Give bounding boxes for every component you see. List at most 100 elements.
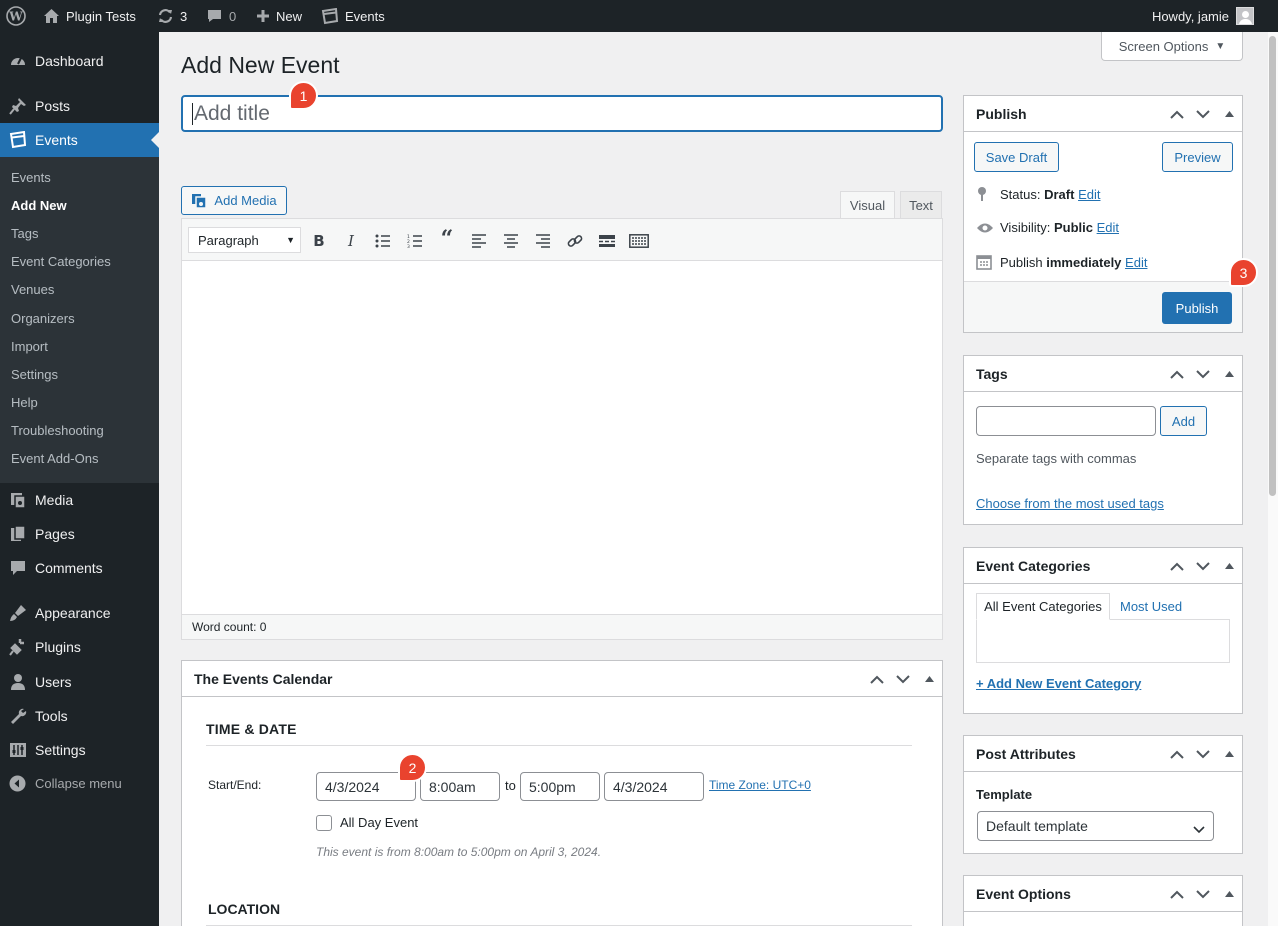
submenu-item-event-categories[interactable]: Event Categories — [11, 254, 111, 269]
move-up-icon[interactable] — [870, 661, 884, 697]
format-select[interactable]: Paragraph ▼ — [188, 227, 301, 253]
start-time-input[interactable]: 8:00am — [420, 772, 500, 801]
comments-link[interactable]: 0 — [206, 0, 236, 32]
numbered-list-icon[interactable]: 123 — [405, 232, 425, 250]
preview-button[interactable]: Preview — [1162, 142, 1233, 172]
submenu-item-troubleshooting[interactable]: Troubleshooting — [11, 423, 104, 438]
eye-icon — [976, 222, 1000, 234]
tab-most-used[interactable]: Most Used — [1120, 599, 1182, 614]
edit-publish-date-link[interactable]: Edit — [1125, 255, 1147, 270]
add-new-category-link[interactable]: + Add New Event Category — [976, 676, 1141, 691]
add-tag-button[interactable]: Add — [1160, 406, 1207, 436]
link-icon[interactable] — [565, 232, 585, 250]
event-categories-title: Event Categories — [976, 557, 1091, 574]
move-up-icon[interactable] — [1170, 736, 1184, 772]
move-down-icon[interactable] — [1196, 96, 1210, 132]
move-up-icon[interactable] — [1170, 356, 1184, 392]
most-used-tags-link[interactable]: Choose from the most used tags — [976, 496, 1164, 511]
end-date-input[interactable]: 4/3/2024 — [604, 772, 704, 801]
align-left-icon[interactable] — [469, 232, 489, 250]
read-more-icon[interactable] — [597, 232, 617, 250]
events-bar-link[interactable]: Events — [321, 0, 385, 32]
post-attributes-box: Post Attributes Template Default templat… — [963, 735, 1243, 854]
sidebar-item-pages[interactable]: Pages — [0, 517, 159, 551]
submenu-item-venues[interactable]: Venues — [11, 282, 54, 297]
sidebar-item-events[interactable]: Events — [0, 123, 159, 157]
toggle-panel-icon[interactable] — [1225, 548, 1234, 584]
move-down-icon[interactable] — [1196, 356, 1210, 392]
tab-text[interactable]: Text — [900, 191, 942, 219]
save-draft-button[interactable]: Save Draft — [974, 142, 1059, 172]
sidebar-item-users[interactable]: Users — [0, 665, 159, 699]
submenu-item-organizers[interactable]: Organizers — [11, 311, 75, 326]
dashboard-icon — [0, 52, 35, 70]
all-day-checkbox[interactable] — [316, 815, 332, 831]
add-media-button[interactable]: Add Media — [181, 186, 287, 215]
plus-icon — [256, 9, 270, 23]
italic-icon[interactable]: I — [341, 232, 361, 250]
submenu-item-add-new[interactable]: Add New — [11, 198, 67, 213]
end-time-input[interactable]: 5:00pm — [520, 772, 600, 801]
edit-status-link[interactable]: Edit — [1078, 187, 1100, 202]
align-right-icon[interactable] — [533, 232, 553, 250]
chevron-down-icon: ▼ — [286, 235, 295, 245]
calendar-icon — [0, 131, 35, 149]
wordpress-logo-icon[interactable]: W — [6, 0, 26, 32]
sidebar-item-dashboard[interactable]: Dashboard — [0, 44, 159, 78]
submenu-item-settings[interactable]: Settings — [11, 367, 58, 382]
move-down-icon[interactable] — [1196, 876, 1210, 912]
move-down-icon[interactable] — [896, 661, 910, 697]
submenu-item-tags[interactable]: Tags — [11, 226, 38, 241]
content-editor[interactable]: Paragraph ▼ B I 123 “ Word count: 0 — [181, 218, 943, 640]
caret-down-icon: ▼ — [1215, 40, 1226, 52]
move-up-icon[interactable] — [1170, 876, 1184, 912]
edit-visibility-link[interactable]: Edit — [1097, 220, 1119, 235]
collapse-menu-button[interactable]: Collapse menu — [0, 768, 159, 798]
sidebar-item-appearance[interactable]: Appearance — [0, 596, 159, 630]
sidebar-item-settings[interactable]: Settings — [0, 733, 159, 767]
move-up-icon[interactable] — [1170, 96, 1184, 132]
screen-options-button[interactable]: Screen Options ▼ — [1101, 32, 1243, 61]
status-value: Draft — [1044, 186, 1075, 202]
toggle-panel-icon[interactable] — [1225, 356, 1234, 392]
sidebar-item-tools[interactable]: Tools — [0, 699, 159, 733]
tag-input[interactable] — [976, 406, 1156, 436]
publish-date-row: Publish immediately Edit — [976, 254, 1147, 270]
bulleted-list-icon[interactable] — [373, 232, 393, 250]
move-up-icon[interactable] — [1170, 548, 1184, 584]
post-attributes-title: Post Attributes — [976, 745, 1076, 762]
collapse-arrow-icon — [0, 775, 35, 792]
sidebar-item-plugins[interactable]: Plugins — [0, 630, 159, 664]
submenu-item-event-add-ons[interactable]: Event Add-Ons — [11, 451, 98, 466]
scrollbar-thumb[interactable] — [1269, 36, 1276, 496]
toggle-panel-icon[interactable] — [1225, 876, 1234, 912]
submenu-item-help[interactable]: Help — [11, 395, 38, 410]
site-name-link[interactable]: Plugin Tests — [43, 0, 136, 32]
toggle-panel-icon[interactable] — [1225, 736, 1234, 772]
sidebar-item-posts[interactable]: Posts — [0, 89, 159, 123]
template-label: Template — [976, 787, 1033, 802]
toggle-panel-icon[interactable] — [1225, 96, 1234, 132]
template-select[interactable]: Default template — [977, 811, 1214, 841]
timezone-link[interactable]: Time Zone: UTC+0 — [709, 778, 811, 792]
event-categories-box: Event Categories All Event Categories Mo… — [963, 547, 1243, 714]
sidebar-item-media[interactable]: Media — [0, 483, 159, 517]
new-content-link[interactable]: New — [256, 0, 302, 32]
my-account-link[interactable]: Howdy, jamie — [1152, 0, 1254, 32]
updates-link[interactable]: 3 — [157, 0, 187, 32]
submenu-item-events[interactable]: Events — [11, 170, 51, 185]
move-down-icon[interactable] — [1196, 548, 1210, 584]
tab-all-event-categories[interactable]: All Event Categories — [976, 593, 1110, 620]
align-center-icon[interactable] — [501, 232, 521, 250]
toolbar-toggle-icon[interactable] — [629, 232, 649, 250]
sidebar-item-comments[interactable]: Comments — [0, 551, 159, 585]
bold-icon[interactable]: B — [309, 232, 329, 250]
toggle-panel-icon[interactable] — [925, 661, 934, 697]
tab-visual[interactable]: Visual — [840, 191, 895, 219]
blockquote-icon[interactable]: “ — [437, 226, 457, 252]
sidebar-item-label: Appearance — [35, 605, 111, 621]
move-down-icon[interactable] — [1196, 736, 1210, 772]
new-label: New — [276, 8, 303, 24]
publish-button[interactable]: Publish — [1162, 292, 1232, 324]
submenu-item-import[interactable]: Import — [11, 339, 48, 354]
